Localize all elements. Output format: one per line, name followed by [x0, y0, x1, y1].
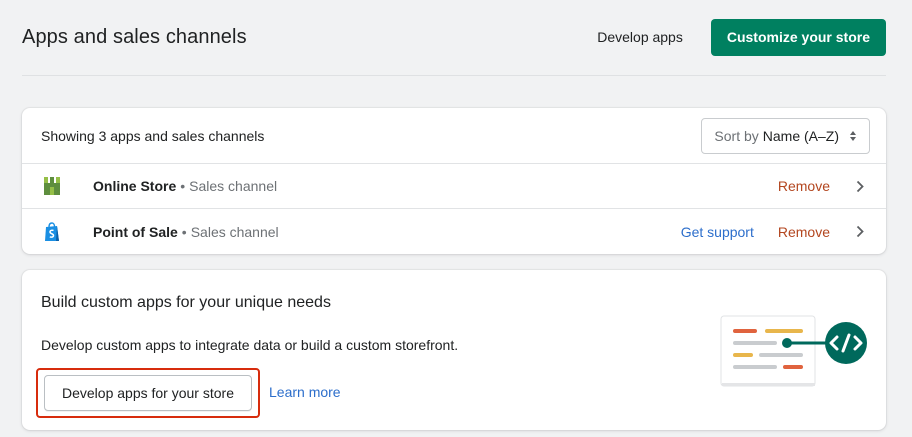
- app-row-online-store[interactable]: Online Store • Sales channel Remove: [22, 164, 886, 209]
- app-row-point-of-sale[interactable]: Point of Sale • Sales channel Get suppor…: [22, 209, 886, 254]
- learn-more-link[interactable]: Learn more: [269, 384, 341, 400]
- app-type: Sales channel: [189, 178, 278, 194]
- remove-point-of-sale-link[interactable]: Remove: [778, 224, 830, 240]
- get-support-link[interactable]: Get support: [681, 224, 754, 240]
- apps-card-header: Showing 3 apps and sales channels Sort b…: [22, 108, 886, 164]
- customize-store-button[interactable]: Customize your store: [710, 18, 886, 56]
- apps-count-text: Showing 3 apps and sales channels: [41, 127, 265, 144]
- build-card-title: Build custom apps for your unique needs: [41, 294, 331, 311]
- code-illustration-icon: [720, 315, 867, 387]
- header-actions: Develop apps Customize your store: [597, 18, 886, 56]
- build-custom-apps-card: Build custom apps for your unique needs …: [22, 270, 886, 430]
- page-title: Apps and sales channels: [22, 25, 247, 48]
- develop-apps-for-store-button[interactable]: Develop apps for your store: [44, 375, 252, 411]
- sort-label: Sort by: [714, 127, 759, 144]
- app-separator: •: [180, 178, 186, 194]
- chevron-right-icon[interactable]: [854, 225, 866, 239]
- app-name: Point of Sale: [93, 223, 178, 240]
- app-type: Sales channel: [190, 223, 279, 240]
- app-name: Online Store: [93, 178, 177, 194]
- sort-arrows-icon: [849, 130, 857, 142]
- build-card-description: Develop custom apps to integrate data or…: [41, 337, 459, 353]
- chevron-right-icon[interactable]: [854, 179, 866, 193]
- sort-select[interactable]: Sort by Name (A–Z): [701, 117, 870, 154]
- develop-apps-button[interactable]: Develop apps: [597, 29, 683, 45]
- remove-online-store-link[interactable]: Remove: [778, 178, 830, 194]
- app-separator: •: [181, 223, 187, 240]
- shopify-bag-icon: [42, 221, 62, 242]
- online-store-icon: [42, 176, 62, 196]
- header-divider: [22, 75, 886, 76]
- apps-card: Showing 3 apps and sales channels Sort b…: [22, 108, 886, 254]
- sort-value: Name (A–Z): [762, 127, 839, 144]
- page-header: Apps and sales channels Develop apps Cus…: [22, 18, 886, 56]
